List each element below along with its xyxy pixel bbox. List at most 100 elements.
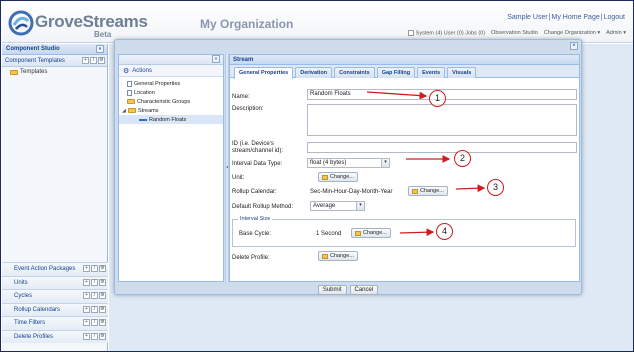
actions-title: ⚙ Actions [119, 65, 223, 77]
stream-icon [139, 118, 147, 121]
accordion-time-filters[interactable]: Time Filters + / ⚙ [2, 316, 108, 330]
rollup-calendar-change-button[interactable]: Change... [408, 186, 448, 196]
logo-text: GroveStreams [35, 12, 148, 31]
interval-data-type-label: Interval Data Type: [232, 161, 283, 167]
unit-change-button[interactable]: Change... [318, 172, 358, 182]
annotation-4: 4 [436, 223, 453, 240]
base-cycle-label: Base Cycle: [239, 231, 272, 237]
gear-icon[interactable]: ⚙ [99, 265, 106, 272]
accordion-event-action-packages[interactable]: Event Action Packages + / ⚙ [2, 262, 108, 276]
tree-item-characteristic-groups[interactable]: Characteristic Groups [119, 97, 223, 106]
change-organization-menu[interactable]: Change Organization ▾ [544, 30, 600, 36]
add-icon[interactable]: + [83, 332, 90, 340]
rollup-calendar-label: Rollup Calendar: [232, 189, 277, 195]
change-icon [355, 230, 361, 236]
annotation-3: 3 [487, 179, 504, 196]
change-icon [322, 174, 328, 180]
interval-size-legend: Interval Size [238, 216, 273, 222]
chevron-down-icon: ▾ [356, 202, 364, 210]
edit-icon[interactable]: / [91, 265, 98, 272]
tab-events[interactable]: Events [417, 67, 446, 78]
add-icon[interactable]: + [83, 265, 90, 272]
edit-template-icon[interactable]: / [90, 57, 97, 64]
gear-icon[interactable]: ⚙ [99, 292, 106, 299]
admin-menu[interactable]: Admin ▾ [606, 30, 626, 36]
annotation-1: 1 [429, 90, 446, 107]
description-label: Description: [232, 106, 264, 112]
rollup-calendar-value: Sec-Min-Hour-Day-Month-Year [310, 189, 393, 195]
tab-derivation[interactable]: Derivation [295, 67, 333, 78]
settings-template-icon[interactable]: ⚙ [98, 57, 105, 64]
id-input[interactable] [307, 142, 577, 153]
folder-open-icon [128, 108, 136, 113]
gear-icon: ⚙ [123, 67, 130, 75]
cancel-button[interactable]: Cancel [349, 285, 379, 295]
submit-button[interactable]: Submit [317, 285, 347, 295]
logout-link[interactable]: Logout [604, 14, 625, 21]
id-label-line1: ID (i.e. Device's [232, 141, 274, 147]
actions-panel: « ⚙ Actions General Properties Location … [118, 54, 224, 282]
collapse-actions-icon[interactable]: « [212, 55, 220, 63]
stream-panel-title: Stream [230, 55, 579, 65]
delete-profile-change-button[interactable]: Change... [318, 251, 358, 261]
tree-item-general-properties[interactable]: General Properties [119, 79, 223, 88]
system-status[interactable]: System (4) User (0) Jobs (0) [407, 30, 485, 36]
edit-icon[interactable]: / [91, 305, 98, 313]
edit-icon[interactable]: / [91, 278, 98, 286]
add-icon[interactable]: + [83, 292, 90, 299]
accordion-cycles[interactable]: Cycles + / ⚙ [2, 289, 108, 303]
tab-general-properties[interactable]: General Properties [234, 67, 294, 79]
interval-size-fieldset: Interval Size Base Cycle: 1 Second Chang… [232, 216, 576, 247]
folder-icon [10, 69, 18, 75]
actions-tree: General Properties Location Characterist… [119, 77, 223, 126]
gear-icon[interactable]: ⚙ [99, 332, 106, 340]
expand-arrow-icon[interactable]: ◢ [122, 108, 126, 114]
collapse-left-icon[interactable]: « [96, 45, 104, 53]
default-rollup-method-select[interactable]: Average ▾ [310, 201, 365, 211]
top-links: Sample User|My Home Page|Logout [507, 14, 625, 21]
component-templates-header: Component Templates + / ⚙ [2, 55, 107, 67]
app-header: GroveStreams Beta My Organization Sample… [2, 2, 633, 43]
edit-icon[interactable]: / [91, 292, 98, 299]
sample-user-link[interactable]: Sample User [507, 14, 547, 21]
edit-icon[interactable]: / [91, 332, 98, 340]
add-template-icon[interactable]: + [82, 57, 89, 64]
description-textarea[interactable] [307, 104, 577, 136]
tree-item-streams[interactable]: ◢ Streams [119, 106, 223, 115]
base-cycle-change-button[interactable]: Change... [351, 228, 391, 238]
edit-icon[interactable]: / [91, 319, 98, 326]
add-icon[interactable]: + [83, 278, 90, 286]
tab-constraints[interactable]: Constraints [334, 67, 375, 78]
observation-studio-menu[interactable]: Observation Studio [491, 30, 538, 36]
left-accordion-list: Event Action Packages + / ⚙ Units + / ⚙ Cycl… [2, 262, 108, 343]
accordion-units[interactable]: Units + / ⚙ [2, 275, 108, 289]
stream-tabs: General Properties Derivation Constraint… [230, 65, 579, 79]
tab-gap-filling[interactable]: Gap Filling [376, 67, 416, 78]
component-studio-title: Component Studio « [2, 44, 107, 55]
id-label-line2: stream/channel id): [232, 148, 284, 154]
default-rollup-method-label: Default Rollup Method: [232, 204, 294, 210]
accordion-delete-profiles[interactable]: Delete Profiles + / ⚙ [2, 329, 108, 343]
interval-data-type-select[interactable]: float (4 bytes) ▾ [307, 158, 390, 168]
system-checkbox-icon [407, 30, 414, 36]
gear-icon[interactable]: ⚙ [99, 305, 106, 313]
templates-folder-item[interactable]: Templates [2, 67, 107, 77]
document-icon [127, 89, 132, 96]
add-icon[interactable]: + [83, 319, 90, 326]
annotation-2: 2 [454, 150, 471, 167]
my-home-page-link[interactable]: My Home Page [552, 14, 600, 21]
folder-icon [127, 99, 135, 104]
accordion-rollup-calendars[interactable]: Rollup Calendars + / ⚙ [2, 302, 108, 316]
gear-icon[interactable]: ⚙ [99, 319, 106, 326]
tab-visuals[interactable]: Visuals [447, 67, 477, 78]
stream-panel: Stream General Properties Derivation Con… [229, 54, 580, 282]
gear-icon[interactable]: ⚙ [99, 278, 106, 286]
app-frame: GroveStreams Beta My Organization Sample… [0, 0, 634, 352]
tree-item-random-floats[interactable]: Random Floats [119, 115, 223, 124]
chevron-down-icon: ▾ [381, 159, 389, 167]
add-icon[interactable]: + [83, 305, 90, 313]
tree-item-location[interactable]: Location [119, 88, 223, 97]
logo-beta: Beta [94, 30, 112, 39]
close-icon[interactable]: × [570, 42, 578, 50]
dialog-footer: Submit Cancel [115, 285, 581, 295]
